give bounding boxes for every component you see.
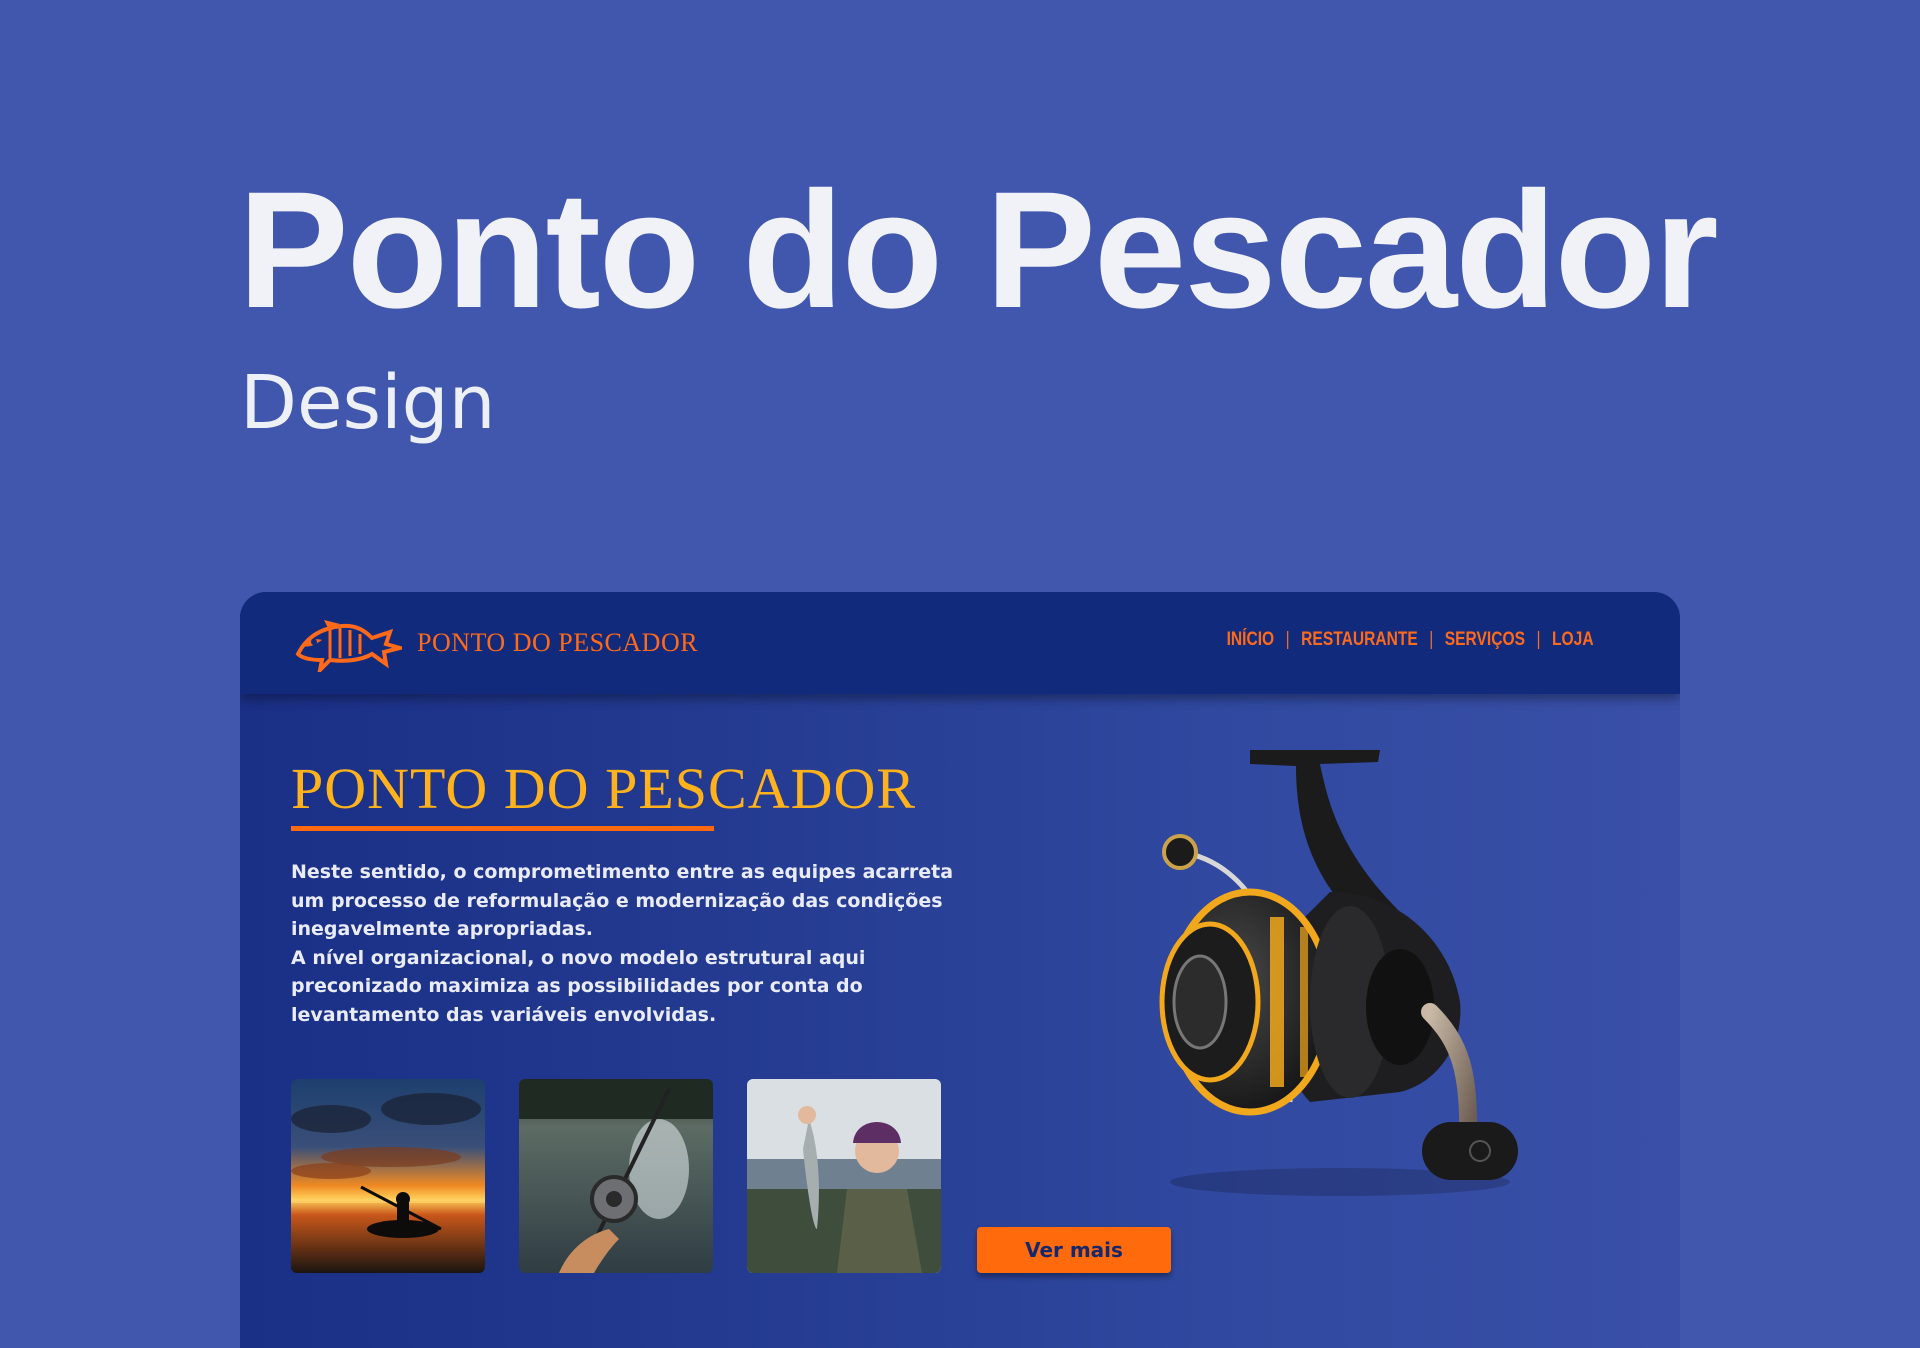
title-underline — [291, 826, 714, 831]
hero-paragraph: Neste sentido, o comprometimento entre a… — [291, 861, 954, 940]
website-mockup: PONTO DO PESCADOR INÍCIO | RESTAURANTE |… — [240, 592, 1680, 1348]
hero-paragraph: A nível organizacional, o novo modelo es… — [291, 946, 866, 1026]
nav-item-inicio[interactable]: INÍCIO — [1227, 629, 1275, 651]
project-subtitle: Design — [240, 360, 496, 446]
fisherman-holding-fish-photo[interactable] — [747, 1079, 941, 1273]
nav-separator: | — [1429, 629, 1434, 650]
fishing-reel-water-photo[interactable] — [519, 1079, 713, 1273]
hero-title: PONTO DO PESCADOR — [291, 756, 917, 821]
nav-separator: | — [1286, 629, 1291, 650]
site-header: PONTO DO PESCADOR INÍCIO | RESTAURANTE |… — [240, 592, 1680, 694]
nav-separator: | — [1536, 629, 1541, 650]
nav-item-servicos[interactable]: SERVIÇOS — [1445, 629, 1525, 651]
brand-name[interactable]: PONTO DO PESCADOR — [417, 628, 698, 658]
project-title: Ponto do Pescador — [238, 158, 1719, 343]
fishing-reel-image — [1159, 750, 1518, 1196]
fish-skeleton-logo-icon[interactable] — [290, 614, 402, 672]
hero-description: Neste sentido, o comprometimento entre a… — [291, 858, 971, 1029]
ver-mais-button[interactable]: Ver mais — [977, 1227, 1171, 1273]
nav-item-restaurante[interactable]: RESTAURANTE — [1302, 629, 1419, 651]
main-nav: INÍCIO | RESTAURANTE | SERVIÇOS | LOJA — [1227, 629, 1594, 651]
sunset-kayak-photo[interactable] — [291, 1079, 485, 1273]
nav-item-loja[interactable]: LOJA — [1552, 629, 1594, 651]
